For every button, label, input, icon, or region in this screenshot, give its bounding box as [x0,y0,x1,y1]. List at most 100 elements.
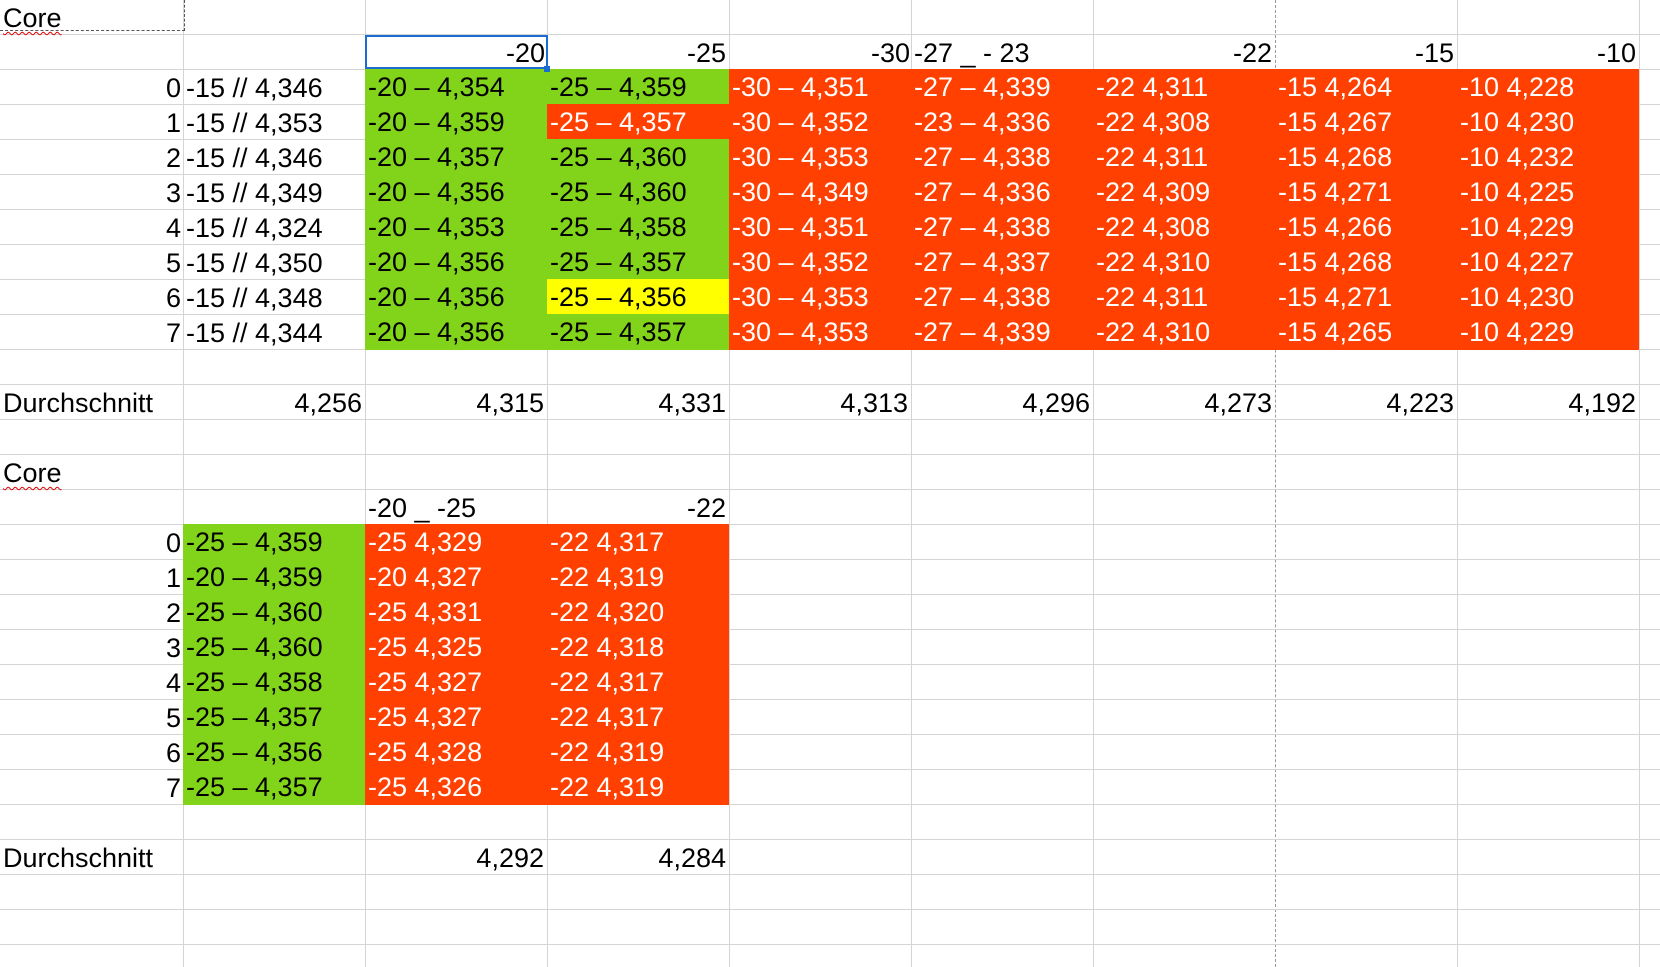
data-cell[interactable]: -15 // 4,350 [183,245,365,279]
data-cell[interactable]: -15 4,268 [1275,244,1457,280]
data-cell[interactable]: -15 4,264 [1275,69,1457,105]
average-value[interactable]: 4,292 [365,840,547,874]
data-cell[interactable]: -22 4,319 [547,769,729,805]
data-cell[interactable]: -20 – 4,353 [365,209,547,245]
data-cell[interactable]: -10 4,225 [1457,174,1639,210]
data-cell[interactable]: -25 4,331 [365,594,547,630]
average-label[interactable]: Durchschnitt [0,385,183,419]
data-cell[interactable]: -22 4,317 [547,699,729,735]
row-index[interactable]: 4 [0,210,184,244]
header-cell-g[interactable]: -15 [1275,35,1457,69]
data-cell[interactable]: -25 – 4,357 [547,244,729,280]
data-cell[interactable]: -25 – 4,360 [547,139,729,175]
data-cell[interactable]: -25 – 4,359 [547,69,729,105]
header-cell-b[interactable]: -20 _ -25 [365,490,547,524]
data-cell[interactable]: -22 4,318 [547,629,729,665]
header-cell-c[interactable]: -25 [547,35,729,69]
data-cell[interactable]: -22 4,311 [1093,69,1275,105]
row-index[interactable]: 4 [0,665,184,699]
data-cell[interactable]: -30 – 4,351 [729,209,911,245]
data-cell[interactable]: -20 – 4,357 [365,139,547,175]
data-cell[interactable]: -20 – 4,356 [365,314,547,350]
data-cell[interactable]: -15 4,271 [1275,279,1457,315]
row-index[interactable]: 3 [0,630,184,664]
data-cell[interactable]: -30 – 4,353 [729,139,911,175]
data-cell[interactable]: -20 4,327 [365,559,547,595]
row-index[interactable]: 5 [0,700,184,734]
data-cell[interactable]: -22 4,308 [1093,209,1275,245]
data-cell[interactable]: -25 4,327 [365,699,547,735]
data-cell[interactable]: -22 4,310 [1093,314,1275,350]
average-value[interactable]: 4,313 [729,385,911,419]
average-value[interactable]: 4,192 [1457,385,1639,419]
data-cell[interactable]: -25 – 4,358 [547,209,729,245]
data-cell[interactable]: -20 – 4,354 [365,69,547,105]
data-cell[interactable]: -25 – 4,359 [183,524,365,560]
row-index[interactable]: 7 [0,315,184,349]
data-cell[interactable]: -30 – 4,349 [729,174,911,210]
data-cell[interactable]: -20 – 4,356 [365,174,547,210]
data-cell[interactable]: -25 – 4,360 [183,629,365,665]
data-cell[interactable]: -30 – 4,353 [729,279,911,315]
data-cell[interactable]: -15 4,268 [1275,139,1457,175]
data-cell[interactable]: -10 4,229 [1457,314,1639,350]
data-cell[interactable]: -25 4,327 [365,664,547,700]
data-cell[interactable]: -30 – 4,353 [729,314,911,350]
data-cell[interactable]: -22 4,319 [547,734,729,770]
data-cell[interactable]: -22 4,319 [547,559,729,595]
data-cell[interactable]: -10 4,227 [1457,244,1639,280]
data-cell[interactable]: -27 – 4,339 [911,69,1093,105]
header-cell-b[interactable]: -20 [365,35,548,69]
data-cell[interactable]: -25 – 4,356 [547,279,729,315]
data-cell[interactable]: -25 – 4,356 [183,734,365,770]
data-cell[interactable]: -25 4,326 [365,769,547,805]
data-cell[interactable]: -30 – 4,352 [729,104,911,140]
data-cell[interactable]: -30 – 4,352 [729,244,911,280]
average-value[interactable]: 4,273 [1093,385,1275,419]
data-cell[interactable]: -15 // 4,344 [183,315,365,349]
data-cell[interactable]: -15 // 4,348 [183,280,365,314]
data-cell[interactable]: -27 – 4,336 [911,174,1093,210]
average-value[interactable] [183,840,365,874]
average-value[interactable]: 4,315 [365,385,547,419]
data-cell[interactable]: -15 // 4,349 [183,175,365,209]
data-cell[interactable]: -25 4,325 [365,629,547,665]
data-cell[interactable]: -25 – 4,360 [183,594,365,630]
data-cell[interactable]: -22 4,311 [1093,279,1275,315]
data-cell[interactable]: -22 4,320 [547,594,729,630]
average-value[interactable]: 4,296 [911,385,1093,419]
data-cell[interactable]: -15 4,265 [1275,314,1457,350]
core-title-cell[interactable]: Core [0,0,183,34]
data-cell[interactable]: -25 – 4,357 [547,314,729,350]
data-cell[interactable]: -25 – 4,360 [547,174,729,210]
header-cell-h[interactable]: -10 [1457,35,1639,69]
data-cell[interactable]: -27 – 4,338 [911,209,1093,245]
data-cell[interactable]: -25 4,329 [365,524,547,560]
average-value[interactable]: 4,284 [547,840,729,874]
data-cell[interactable]: -25 – 4,357 [183,769,365,805]
average-value[interactable]: 4,223 [1275,385,1457,419]
row-index[interactable]: 2 [0,595,184,629]
data-cell[interactable]: -20 – 4,359 [183,559,365,595]
data-cell[interactable]: -15 // 4,346 [183,70,365,104]
data-cell[interactable]: -30 – 4,351 [729,69,911,105]
data-cell[interactable]: -22 4,317 [547,664,729,700]
data-cell[interactable]: -27 – 4,337 [911,244,1093,280]
average-value[interactable]: 4,256 [183,385,365,419]
data-cell[interactable]: -15 4,266 [1275,209,1457,245]
average-label[interactable]: Durchschnitt [0,840,183,874]
data-cell[interactable]: -27 – 4,339 [911,314,1093,350]
data-cell[interactable]: -25 – 4,357 [547,104,729,140]
data-cell[interactable]: -22 4,309 [1093,174,1275,210]
data-cell[interactable]: -15 // 4,346 [183,140,365,174]
data-cell[interactable]: -15 // 4,324 [183,210,365,244]
data-cell[interactable]: -10 4,232 [1457,139,1639,175]
data-cell[interactable]: -20 – 4,356 [365,244,547,280]
row-index[interactable]: 1 [0,105,184,139]
data-cell[interactable]: -22 4,308 [1093,104,1275,140]
data-cell[interactable]: -25 – 4,358 [183,664,365,700]
data-cell[interactable]: -20 – 4,356 [365,279,547,315]
row-index[interactable]: 3 [0,175,184,209]
row-index[interactable]: 6 [0,735,184,769]
data-cell[interactable]: -10 4,229 [1457,209,1639,245]
